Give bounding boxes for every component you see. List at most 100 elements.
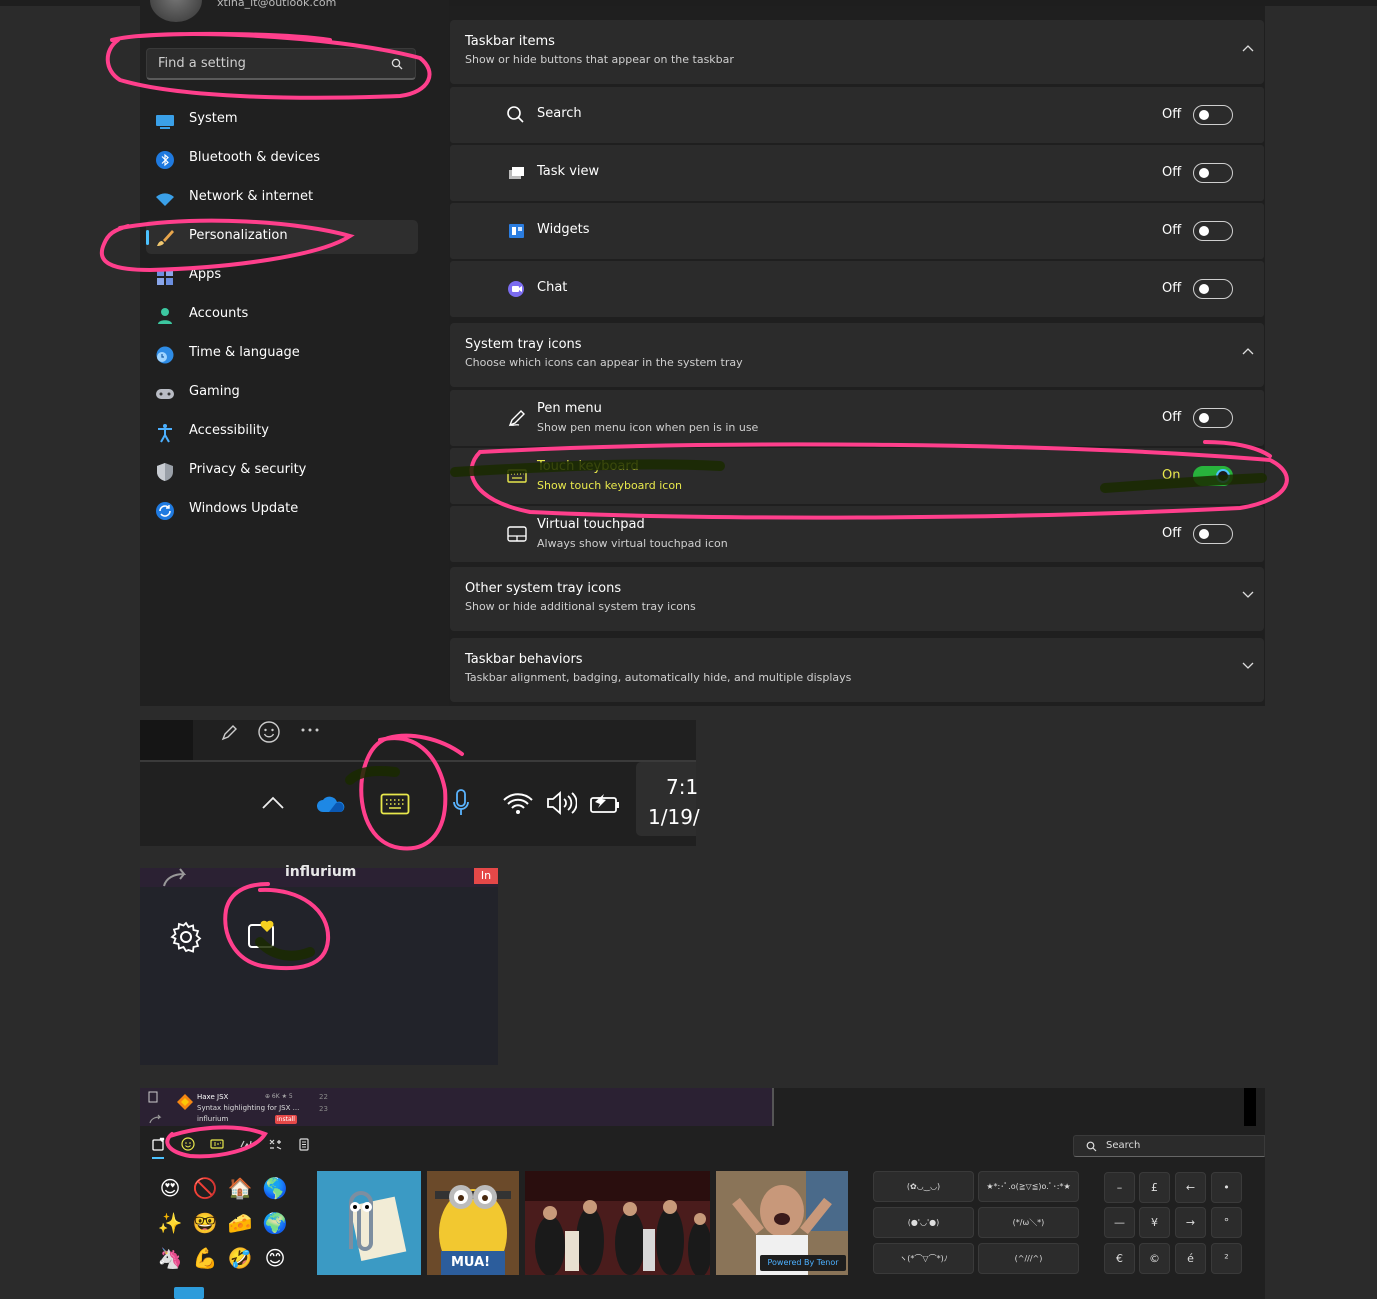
symbol-cell[interactable]: é: [1175, 1243, 1206, 1274]
emoji-panel-crop: Haxe JSX Syntax highlighting for JSX ...…: [140, 1088, 1265, 1299]
emoji-cell[interactable]: 🚫: [192, 1175, 218, 1201]
emoji-cell[interactable]: 🤣: [227, 1245, 253, 1271]
search-toggle[interactable]: [1193, 105, 1233, 125]
battery-charging-icon[interactable]: [589, 790, 621, 816]
symbol-cell[interactable]: ¥: [1139, 1207, 1170, 1238]
nav-label: System: [189, 111, 238, 126]
taskbar-clock[interactable]: 7:1 1/19/: [636, 762, 700, 836]
scrollbar[interactable]: [1244, 1088, 1256, 1126]
onedrive-icon[interactable]: [315, 794, 347, 814]
task-view-toggle[interactable]: [1193, 163, 1233, 183]
favorites-tab-icon[interactable]: [152, 1137, 166, 1151]
taskbar-row-chat: Chat Off: [450, 261, 1264, 317]
wifi-icon[interactable]: [502, 791, 534, 815]
toggle-state: Off: [1162, 165, 1182, 180]
symbol-cell[interactable]: ←: [1175, 1172, 1206, 1203]
symbol-cell[interactable]: ²: [1211, 1243, 1242, 1274]
volume-icon[interactable]: [545, 790, 577, 816]
taskbar-behaviors-header[interactable]: Taskbar behaviors Taskbar alignment, bad…: [450, 638, 1264, 702]
kaomoji-cell[interactable]: (✿◡‿◡): [873, 1171, 974, 1202]
clock-date: 1/19/: [648, 805, 700, 829]
kaomoji-cell[interactable]: (*/ω＼*): [978, 1207, 1079, 1238]
row-label: Task view: [537, 164, 600, 179]
avatar[interactable]: [150, 0, 202, 22]
emoji-cell[interactable]: 🏠: [227, 1175, 253, 1201]
install-pill[interactable]: In: [474, 868, 498, 884]
system-tray-header[interactable]: System tray icons Choose which icons can…: [450, 323, 1264, 387]
apps-icon: [157, 269, 173, 285]
nav-item-time-language[interactable]: Time & language: [146, 337, 418, 371]
emoji-cell[interactable]: 🤓: [192, 1210, 218, 1236]
emoji-tab-icon[interactable]: [181, 1137, 195, 1151]
touch-keyboard-toggle[interactable]: [1193, 466, 1233, 486]
chevron-up-icon: [1242, 348, 1254, 355]
kaomoji-tab-icon[interactable]: [239, 1137, 253, 1151]
emoji-icon[interactable]: [257, 720, 281, 744]
nav-item-system[interactable]: System: [146, 103, 418, 137]
pen-icon[interactable]: [220, 722, 240, 742]
emoji-cell[interactable]: 🌎: [262, 1175, 288, 1201]
emoji-heart-icon[interactable]: [247, 919, 279, 951]
pen-menu-toggle[interactable]: [1193, 408, 1233, 428]
row-label: Chat: [537, 280, 568, 295]
keyboard-icon[interactable]: [380, 793, 410, 815]
symbol-cell[interactable]: →: [1175, 1207, 1206, 1238]
emoji-cell[interactable]: 🌍: [262, 1210, 288, 1236]
gif-minion[interactable]: MUA!: [427, 1171, 519, 1277]
gif-celebration[interactable]: [525, 1171, 710, 1275]
taskbar-items-header[interactable]: Taskbar items Show or hide buttons that …: [450, 20, 1264, 84]
find-setting-search[interactable]: Find a setting: [146, 48, 416, 80]
chevron-up-icon[interactable]: [261, 796, 285, 810]
symbol-cell[interactable]: ©: [1139, 1243, 1170, 1274]
pen-icon: [508, 410, 525, 427]
emoji-cell[interactable]: ✨: [157, 1210, 183, 1236]
kaomoji-cell[interactable]: ヽ(*⌒▽⌒*)ﾉ: [873, 1243, 974, 1274]
emoji-cell[interactable]: 💪: [192, 1245, 218, 1271]
gif-clippy[interactable]: [317, 1171, 421, 1275]
virtual-touchpad-toggle[interactable]: [1193, 524, 1233, 544]
symbol-cell[interactable]: •: [1211, 1172, 1242, 1203]
nav-label: Time & language: [189, 345, 300, 360]
symbol-cell[interactable]: —: [1104, 1207, 1135, 1238]
gif-caption: MUA!: [451, 1255, 491, 1270]
install-button[interactable]: install: [275, 1115, 297, 1124]
gear-icon[interactable]: [170, 921, 202, 953]
clipboard-tab-icon[interactable]: [297, 1137, 311, 1151]
microphone-icon[interactable]: [451, 788, 471, 818]
symbol-cell[interactable]: °: [1211, 1207, 1242, 1238]
emoji-cell[interactable]: 🦄: [157, 1245, 183, 1271]
share-icon[interactable]: [160, 868, 196, 887]
nav-item-privacy-security[interactable]: Privacy & security: [146, 454, 418, 488]
nav-item-gaming[interactable]: Gaming: [146, 376, 418, 410]
emoji-cell[interactable]: 🧀: [227, 1210, 253, 1236]
symbols-tab-icon[interactable]: [268, 1137, 282, 1151]
nav-item-network[interactable]: Network & internet: [146, 181, 418, 215]
keyboard-panel-crop: influrium In: [140, 864, 498, 1065]
more-icon[interactable]: [301, 728, 319, 732]
symbol-cell[interactable]: €: [1104, 1243, 1135, 1274]
nav-item-accounts[interactable]: Accounts: [146, 298, 418, 332]
taskbar-app-tile[interactable]: [174, 1287, 204, 1299]
other-tray-icons-header[interactable]: Other system tray icons Show or hide add…: [450, 567, 1264, 631]
line-number: 23: [319, 1105, 328, 1113]
task-view-icon: [509, 167, 524, 179]
nav-item-windows-update[interactable]: Windows Update: [146, 493, 418, 527]
kaomoji-cell[interactable]: (^///^): [978, 1243, 1079, 1274]
nav-item-bluetooth[interactable]: Bluetooth & devices: [146, 142, 418, 176]
emoji-search-input[interactable]: Search: [1073, 1135, 1265, 1157]
nav-item-accessibility[interactable]: Accessibility: [146, 415, 418, 449]
gif-tab-icon[interactable]: [210, 1137, 224, 1151]
kaomoji-cell[interactable]: (●'◡'●): [873, 1207, 974, 1238]
emoji-cell[interactable]: 😍: [157, 1175, 183, 1201]
symbol-cell[interactable]: £: [1139, 1172, 1170, 1203]
nav-item-personalization[interactable]: Personalization: [146, 220, 418, 254]
widgets-toggle[interactable]: [1193, 221, 1233, 241]
share-icon[interactable]: [148, 1114, 164, 1124]
chevron-up-icon: [1242, 45, 1254, 52]
emoji-cell[interactable]: 😊: [262, 1245, 288, 1271]
gif-excited[interactable]: Powered By Tenor: [716, 1171, 848, 1275]
nav-item-apps[interactable]: Apps: [146, 259, 418, 293]
kaomoji-cell[interactable]: ★*:･ﾟ.o(≧▽≦)o.ﾟ･:*★: [978, 1171, 1079, 1202]
chat-toggle[interactable]: [1193, 279, 1233, 299]
symbol-cell[interactable]: –: [1104, 1172, 1135, 1203]
